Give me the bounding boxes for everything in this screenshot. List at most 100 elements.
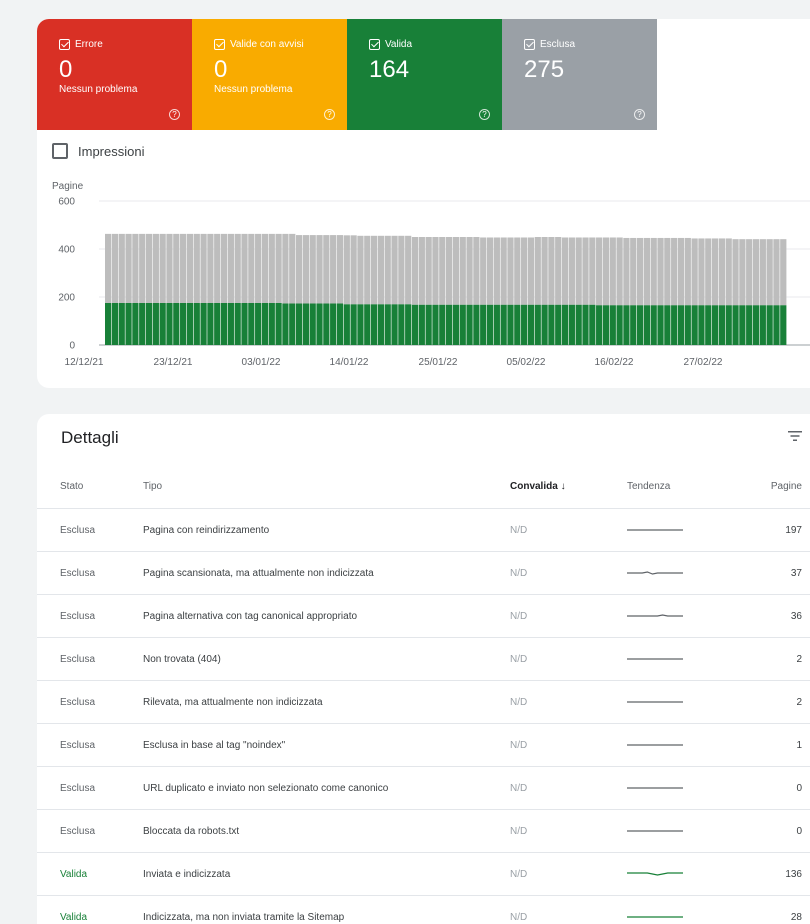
bar-segment: [739, 305, 746, 345]
cell-tipo: Indicizzata, ma non inviata tramite la S…: [143, 911, 345, 923]
bar-segment: [425, 304, 432, 345]
bar-segment: [384, 235, 391, 305]
bar-segment: [439, 304, 446, 345]
cell-tipo: Pagina scansionata, ma attualmente non i…: [143, 567, 374, 579]
cell-convalida: N/D: [510, 782, 528, 794]
table-row[interactable]: Esclusa Pagina alternativa con tag canoni…: [37, 595, 810, 638]
bar-segment: [473, 304, 480, 345]
bar-segment: [718, 238, 726, 306]
bar-segment: [139, 233, 146, 303]
table-row[interactable]: Valida Inviata e indicizzata N/D 136: [37, 853, 810, 896]
bar-segment: [261, 233, 269, 303]
bar-segment: [691, 305, 698, 345]
tile-valida[interactable]: Valida 164 ?: [347, 19, 502, 130]
bar-segment: [766, 239, 773, 306]
cell-tipo: Inviata e indicizzata: [143, 868, 231, 880]
bar-segment: [180, 233, 187, 303]
bar-segment: [527, 237, 535, 305]
bar-segment: [671, 305, 678, 345]
table-row[interactable]: Esclusa URL duplicato e inviato non selez…: [37, 767, 810, 810]
bar-segment: [643, 305, 650, 345]
col-convalida[interactable]: Convalida ↓: [510, 481, 566, 492]
y-tick-label: 600: [58, 197, 75, 208]
bar-segment: [370, 235, 378, 305]
bar-segment: [255, 233, 262, 303]
bar-segment: [698, 305, 705, 345]
cell-stato: Valida: [60, 868, 88, 880]
bar-segment: [486, 237, 494, 305]
bar-segment: [752, 305, 760, 345]
y-tick-label: 400: [58, 245, 75, 256]
bar-segment: [275, 303, 282, 345]
cell-tipo: Pagina alternativa con tag canonical app…: [143, 610, 358, 622]
bar-segment: [493, 304, 500, 345]
bar-segment: [732, 305, 739, 345]
filter-icon[interactable]: [788, 430, 802, 442]
bar-segment: [623, 305, 630, 345]
help-icon[interactable]: ?: [169, 109, 180, 120]
table-row[interactable]: Esclusa Bloccata da robots.txt N/D 0: [37, 810, 810, 853]
col-tipo[interactable]: Tipo: [143, 481, 162, 492]
bar-segment: [780, 305, 787, 345]
bar-segment: [691, 238, 698, 306]
tile-subtitle: Nessun problema: [59, 84, 138, 95]
bar-segment: [773, 239, 780, 306]
table-row[interactable]: Valida Indicizzata, ma non inviata tramit…: [37, 896, 810, 924]
bar-segment: [145, 233, 153, 303]
bar-segment: [677, 305, 685, 345]
bar-segment: [350, 304, 357, 345]
bar-segment: [432, 304, 439, 345]
bar-segment: [248, 303, 255, 345]
col-pagine[interactable]: Pagine: [771, 481, 802, 492]
help-icon[interactable]: ?: [634, 109, 645, 120]
bar-segment: [220, 303, 228, 345]
cell-tipo: Bloccata da robots.txt: [143, 825, 240, 837]
bar-segment: [773, 305, 780, 345]
bar-segment: [145, 303, 153, 345]
tile-subtitle: Nessun problema: [214, 84, 293, 95]
col-stato[interactable]: Stato: [60, 481, 83, 492]
bar-segment: [664, 305, 671, 345]
bar-segment: [650, 305, 657, 345]
bar-segment: [466, 304, 473, 345]
bar-segment: [739, 239, 746, 306]
bar-segment: [650, 237, 657, 306]
bar-segment: [480, 237, 487, 305]
bar-segment: [173, 303, 180, 345]
tile-errore[interactable]: Errore 0 Nessun problema ?: [37, 19, 192, 130]
bar-segment: [514, 304, 521, 345]
col-tendenza[interactable]: Tendenza: [627, 481, 670, 492]
trend-sparkline: [627, 571, 683, 575]
bar-segment: [480, 304, 487, 345]
tile-valide-con-avvisi[interactable]: Valide con avvisi 0 Nessun problema ?: [192, 19, 347, 130]
status-tiles: Errore 0 Nessun problema ? Valide con av…: [37, 19, 657, 130]
bar-segment: [207, 233, 214, 303]
bar-segment: [541, 237, 548, 305]
impressioni-toggle[interactable]: Impressioni: [52, 143, 144, 159]
table-row[interactable]: Esclusa Non trovata (404) N/D 2: [37, 638, 810, 681]
trend-sparkline: [627, 614, 683, 617]
tile-esclusa[interactable]: Esclusa 275 ?: [502, 19, 657, 130]
bar-segment: [759, 239, 766, 306]
bar-segment: [766, 305, 773, 345]
bar-segment: [289, 303, 296, 345]
cell-convalida: N/D: [510, 696, 528, 708]
help-icon[interactable]: ?: [324, 109, 335, 120]
checkbox-checked-icon[interactable]: [59, 39, 70, 50]
cell-tipo: Non trovata (404): [143, 653, 221, 665]
checkbox-checked-icon[interactable]: [524, 39, 535, 50]
bar-segment: [725, 305, 732, 345]
help-icon[interactable]: ?: [479, 109, 490, 120]
table-row[interactable]: Esclusa Pagina scansionata, ma attualment…: [37, 552, 810, 595]
table-row[interactable]: Esclusa Esclusa in base al tag "noindex" N…: [37, 724, 810, 767]
checkbox-checked-icon[interactable]: [214, 39, 225, 50]
table-row[interactable]: Esclusa Pagina con reindirizzamento N/D 197: [37, 509, 810, 552]
checkbox-checked-icon[interactable]: [369, 39, 380, 50]
bar-segment: [125, 303, 132, 345]
table-row[interactable]: Esclusa Rilevata, ma attualmente non indi…: [37, 681, 810, 724]
sort-arrow-down-icon[interactable]: ↓: [561, 481, 566, 492]
bar-segment: [616, 237, 623, 306]
cell-stato: Esclusa: [60, 825, 96, 837]
checkbox-unchecked-icon[interactable]: [52, 143, 68, 159]
bar-segment: [500, 304, 507, 345]
